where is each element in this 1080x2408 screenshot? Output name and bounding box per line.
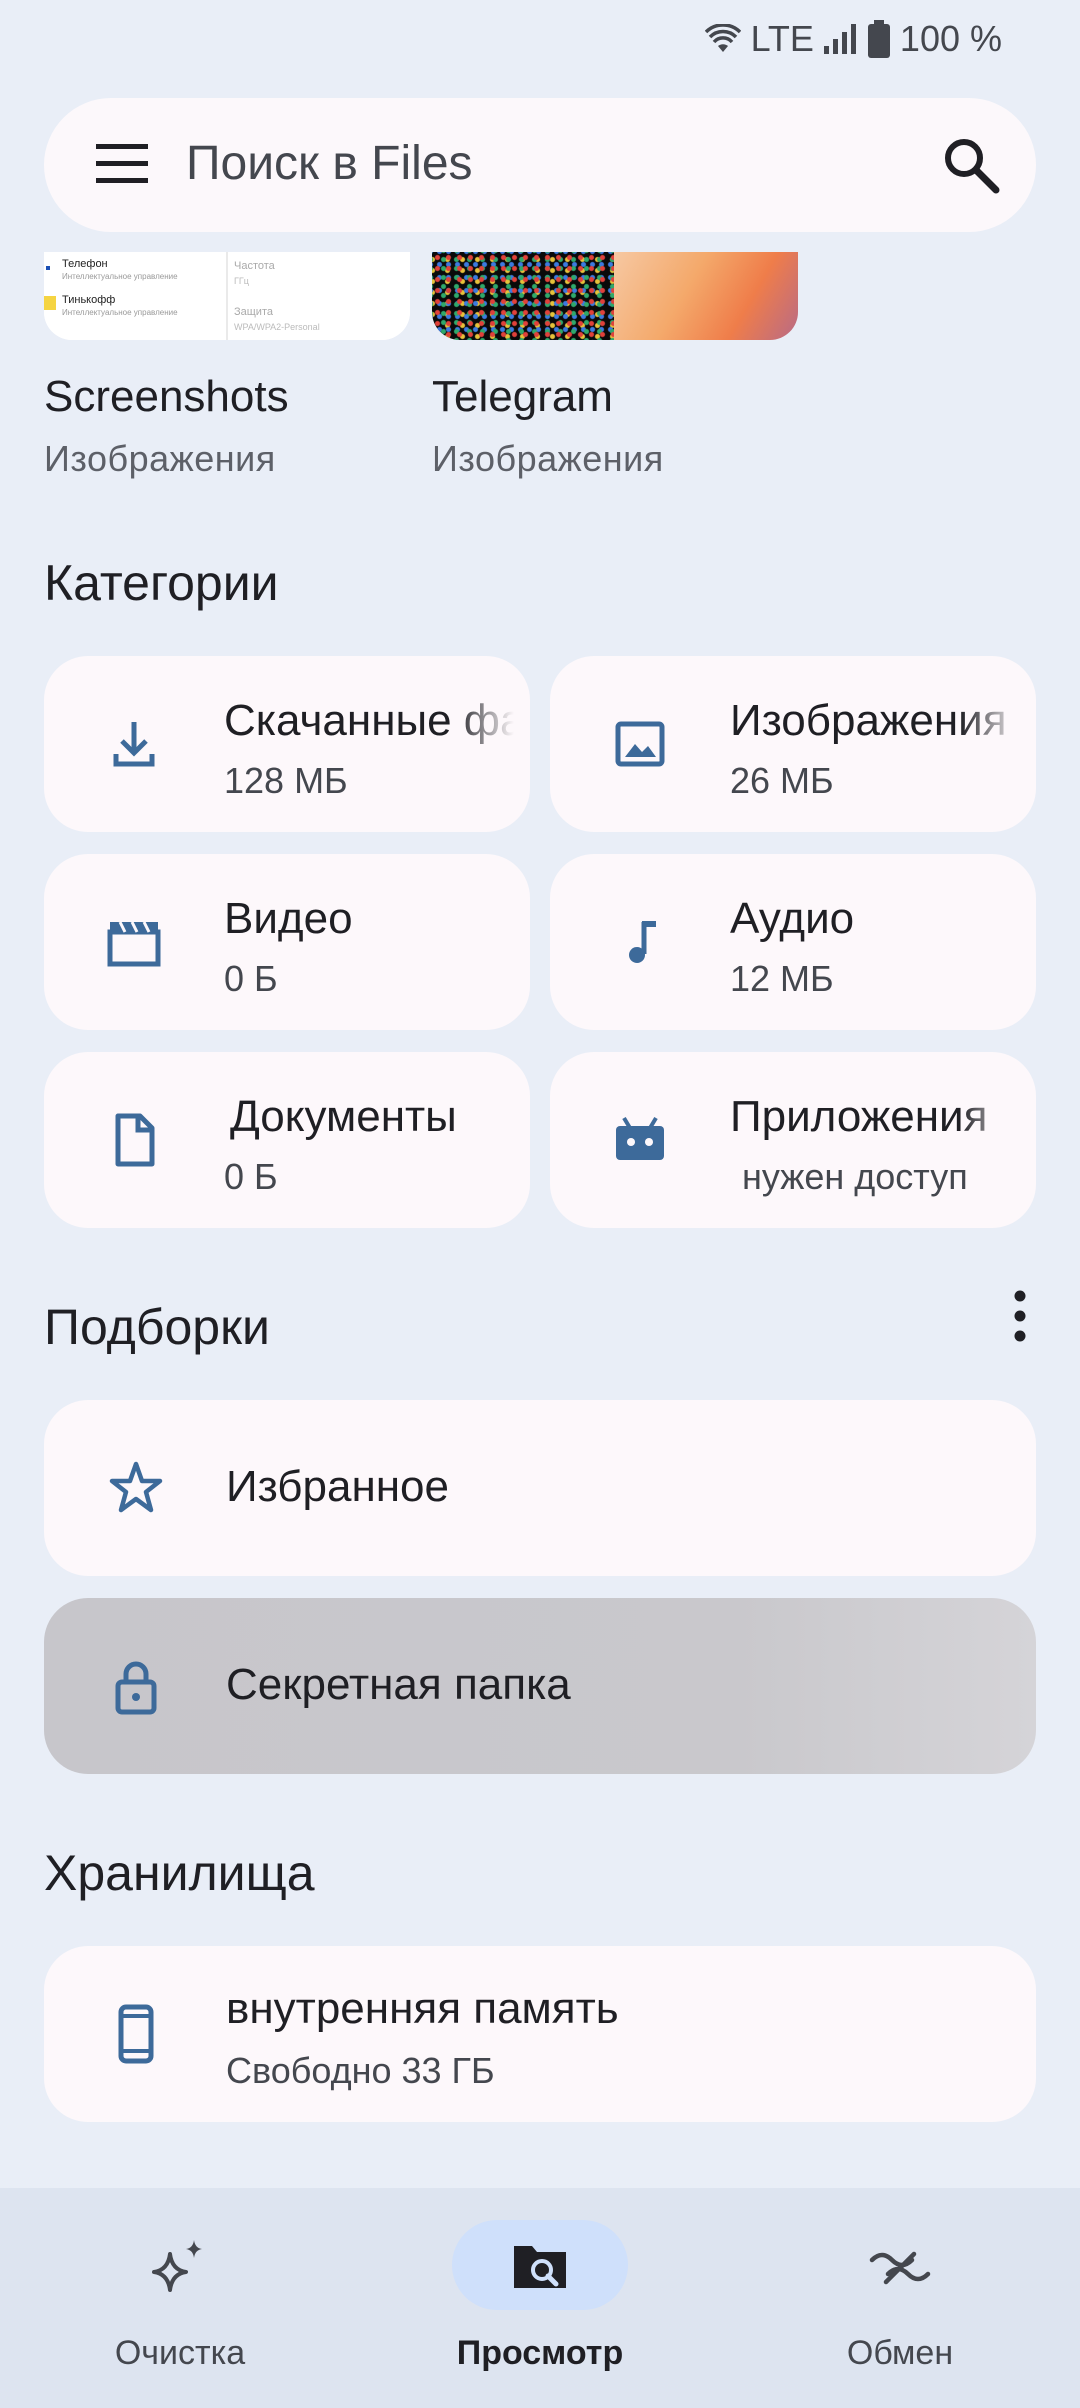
telegram-thumbnail[interactable] (432, 252, 798, 340)
preview-right-2-sub: WPA/WPA2-Personal (234, 322, 320, 332)
category-label: Документы (230, 1092, 520, 1142)
preview-right-1-sub: ГГц (234, 276, 249, 286)
android-icon (616, 1116, 664, 1160)
preview-line-2: Тинькофф (62, 294, 116, 306)
battery-level: 100 % (899, 18, 1002, 59)
status-bar: LTE 100 % (0, 0, 1080, 80)
preview-line-1: Телефон (62, 258, 108, 270)
category-apps[interactable]: Приложения нужен доступ (550, 1052, 1036, 1228)
browse-icon (514, 2246, 566, 2288)
star-icon (109, 1461, 163, 1513)
document-icon (115, 1113, 155, 1167)
search-bar[interactable]: Поиск в Files (44, 98, 1036, 232)
nav-clean[interactable]: Очистка (0, 2188, 360, 2408)
share-icon (869, 2251, 931, 2285)
nav-label: Просмотр (456, 2334, 624, 2372)
category-label: Скачанные файлы (224, 696, 514, 746)
category-audio[interactable]: Аудио 12 МБ (550, 854, 1036, 1030)
folder-name-screenshots[interactable]: Screenshots (44, 372, 289, 422)
storage-free: Свободно 33 ГБ (226, 2050, 495, 2091)
category-label: Видео (224, 894, 514, 944)
collection-secret-folder[interactable]: Секретная папка (44, 1598, 1036, 1774)
more-vert-icon[interactable] (1012, 1290, 1028, 1342)
storage-internal[interactable]: внутренняя память Свободно 33 ГБ (44, 1946, 1036, 2122)
category-size: 26 МБ (730, 760, 1020, 802)
telegram-preview-gradient (614, 252, 798, 340)
status-indicators: LTE 100 % (704, 18, 1002, 60)
category-size: 0 Б (224, 1156, 514, 1198)
collection-label: Избранное (226, 1462, 449, 1511)
signal-icon (823, 24, 856, 54)
network-type: LTE (750, 18, 814, 59)
category-video[interactable]: Видео 0 Б (44, 854, 530, 1030)
preview-right-1: Частота (234, 260, 275, 272)
bottom-navigation: Очистка Просмотр Обмен (0, 2188, 1080, 2408)
preview-right-2: Защита (234, 306, 273, 318)
category-size: 128 МБ (224, 760, 514, 802)
phone-icon (118, 2004, 154, 2064)
sparkles-icon (152, 2240, 202, 2292)
search-input[interactable]: Поиск в Files (186, 136, 473, 191)
category-size: 0 Б (224, 958, 514, 1000)
folder-type-telegram: Изображения (432, 438, 664, 479)
nav-label: Обмен (846, 2334, 954, 2372)
category-label: Изображения (730, 696, 1020, 746)
category-label: Приложения (730, 1092, 1020, 1142)
lock-icon (115, 1661, 157, 1715)
preview-line-1-sub: Интеллектуальное управление (62, 272, 178, 281)
nav-browse[interactable]: Просмотр (360, 2188, 720, 2408)
collections-heading: Подборки (44, 1299, 270, 1355)
folder-name-telegram[interactable]: Telegram (432, 372, 613, 422)
wifi-icon (704, 24, 741, 52)
music-note-icon (629, 921, 656, 963)
category-images[interactable]: Изображения 26 МБ (550, 656, 1036, 832)
category-size: нужен доступ (742, 1156, 1032, 1198)
image-icon (615, 721, 665, 767)
search-icon[interactable] (942, 136, 1000, 194)
preview-line-2-sub: Интеллектуальное управление (62, 308, 178, 317)
category-size: 12 МБ (730, 958, 1020, 1000)
screenshots-thumbnail[interactable]: Телефон Интеллектуальное управление Тинь… (44, 252, 410, 340)
nav-share[interactable]: Обмен (720, 2188, 1080, 2408)
folder-type-screenshots: Изображения (44, 438, 276, 479)
category-label: Аудио (730, 894, 1020, 944)
collection-label: Секретная папка (226, 1660, 571, 1709)
nav-label: Очистка (114, 2334, 246, 2372)
categories-heading: Категории (44, 555, 279, 611)
menu-icon[interactable] (96, 142, 148, 186)
download-icon (113, 722, 155, 767)
collection-favorites[interactable]: Избранное (44, 1400, 1036, 1576)
category-downloads[interactable]: Скачанные файлы 128 МБ (44, 656, 530, 832)
telegram-preview-dots (432, 252, 614, 340)
storage-label: внутренняя память (226, 1984, 619, 2033)
battery-icon (867, 20, 890, 58)
storage-heading: Хранилища (44, 1845, 315, 1901)
video-icon (107, 921, 161, 967)
category-documents[interactable]: Документы 0 Б (44, 1052, 530, 1228)
